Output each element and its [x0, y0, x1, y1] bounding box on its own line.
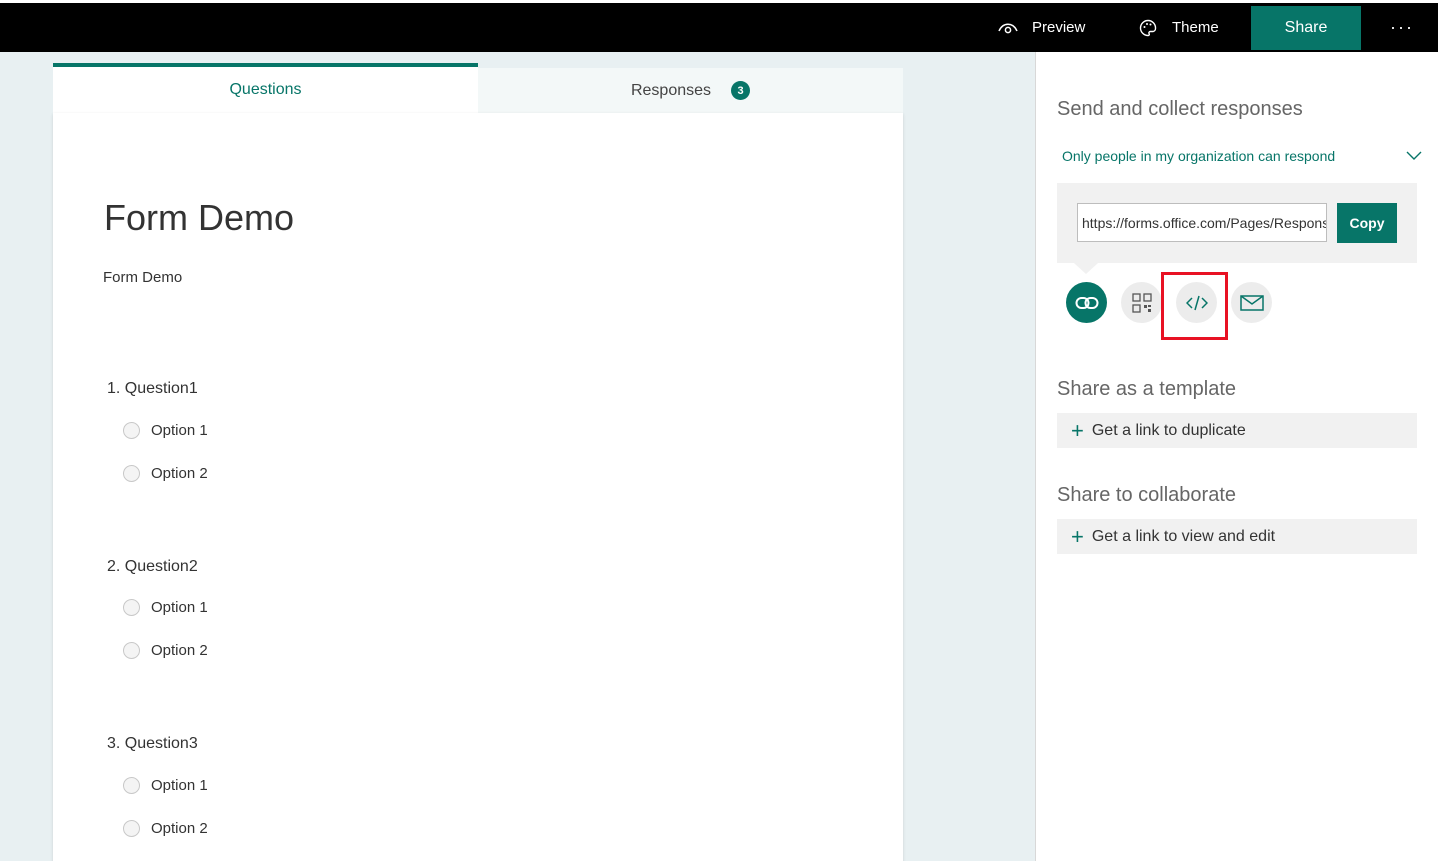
email-icon[interactable]: [1231, 282, 1272, 323]
duplicate-link-label: Get a link to duplicate: [1091, 421, 1246, 439]
question-title[interactable]: 3. Question3: [107, 735, 198, 753]
more-options-icon[interactable]: ···: [1380, 3, 1424, 52]
eye-icon: [998, 18, 1018, 38]
audience-dropdown[interactable]: Only people in my organization can respo…: [1062, 144, 1422, 168]
get-edit-link-button[interactable]: + Get a link to view and edit: [1057, 519, 1417, 554]
form-title[interactable]: Form Demo: [104, 197, 294, 239]
send-collect-heading: Send and collect responses: [1057, 98, 1303, 120]
tab-responses[interactable]: Responses 3: [478, 68, 903, 113]
option-radio[interactable]: Option 1: [123, 777, 208, 794]
radio-button[interactable]: [123, 465, 140, 482]
responses-count-badge: 3: [731, 81, 751, 100]
option-radio[interactable]: Option 1: [123, 422, 208, 439]
tab-questions-label: Questions: [229, 81, 302, 98]
form-card: Form Demo Form Demo 1. Question1 Option …: [53, 113, 903, 861]
option-label: Option 1: [151, 599, 208, 616]
option-radio[interactable]: Option 2: [123, 642, 208, 659]
edit-link-label: Get a link to view and edit: [1091, 527, 1276, 545]
form-tabs: Questions Responses 3: [53, 63, 903, 113]
share-pane: Send and collect responses Only people i…: [1035, 52, 1440, 861]
chevron-down-icon: [1406, 148, 1422, 164]
preview-label: Preview: [1032, 19, 1086, 36]
option-label: Option 1: [151, 777, 208, 794]
top-bar: Preview Theme Share ···: [0, 3, 1438, 52]
option-radio[interactable]: Option 2: [123, 820, 208, 837]
get-duplicate-link-button[interactable]: + Get a link to duplicate: [1057, 413, 1417, 448]
share-link-value: https://forms.office.com/Pages/ResponseP…: [1082, 214, 1326, 231]
theme-button[interactable]: Theme: [1138, 3, 1219, 52]
option-radio[interactable]: Option 1: [123, 599, 208, 616]
form-description[interactable]: Form Demo: [103, 269, 182, 286]
share-button[interactable]: Share: [1251, 6, 1361, 50]
link-icon[interactable]: [1066, 282, 1107, 323]
palette-icon: [1138, 18, 1158, 38]
option-label: Option 1: [151, 422, 208, 439]
radio-button[interactable]: [123, 777, 140, 794]
share-collaborate-heading: Share to collaborate: [1057, 484, 1237, 506]
preview-button[interactable]: Preview: [998, 3, 1085, 52]
radio-button[interactable]: [123, 599, 140, 616]
radio-button[interactable]: [123, 422, 140, 439]
radio-button[interactable]: [123, 820, 140, 837]
question-title[interactable]: 2. Question2: [107, 558, 198, 576]
share-method-icons: [1066, 282, 1296, 324]
link-box-pointer: [1074, 263, 1098, 274]
embed-code-icon[interactable]: [1176, 282, 1217, 323]
option-label: Option 2: [151, 820, 208, 837]
plus-icon: +: [1071, 417, 1084, 443]
radio-button[interactable]: [123, 642, 140, 659]
plus-icon: +: [1071, 523, 1084, 549]
copy-button[interactable]: Copy: [1337, 203, 1397, 243]
question-title[interactable]: 1. Question1: [107, 380, 198, 398]
option-radio[interactable]: Option 2: [123, 465, 208, 482]
share-link-field[interactable]: https://forms.office.com/Pages/ResponseP…: [1077, 203, 1327, 242]
option-label: Option 2: [151, 465, 208, 482]
link-box: https://forms.office.com/Pages/ResponseP…: [1057, 183, 1417, 263]
option-label: Option 2: [151, 642, 208, 659]
qr-code-icon[interactable]: [1121, 282, 1162, 323]
tab-responses-label: Responses: [630, 81, 712, 99]
audience-label: Only people in my organization can respo…: [1062, 148, 1336, 164]
tab-questions[interactable]: Questions: [53, 63, 478, 113]
forms-app: Preview Theme Share ··· Questions Respon…: [0, 0, 1440, 861]
theme-label: Theme: [1172, 19, 1219, 36]
share-template-heading: Share as a template: [1057, 378, 1236, 400]
